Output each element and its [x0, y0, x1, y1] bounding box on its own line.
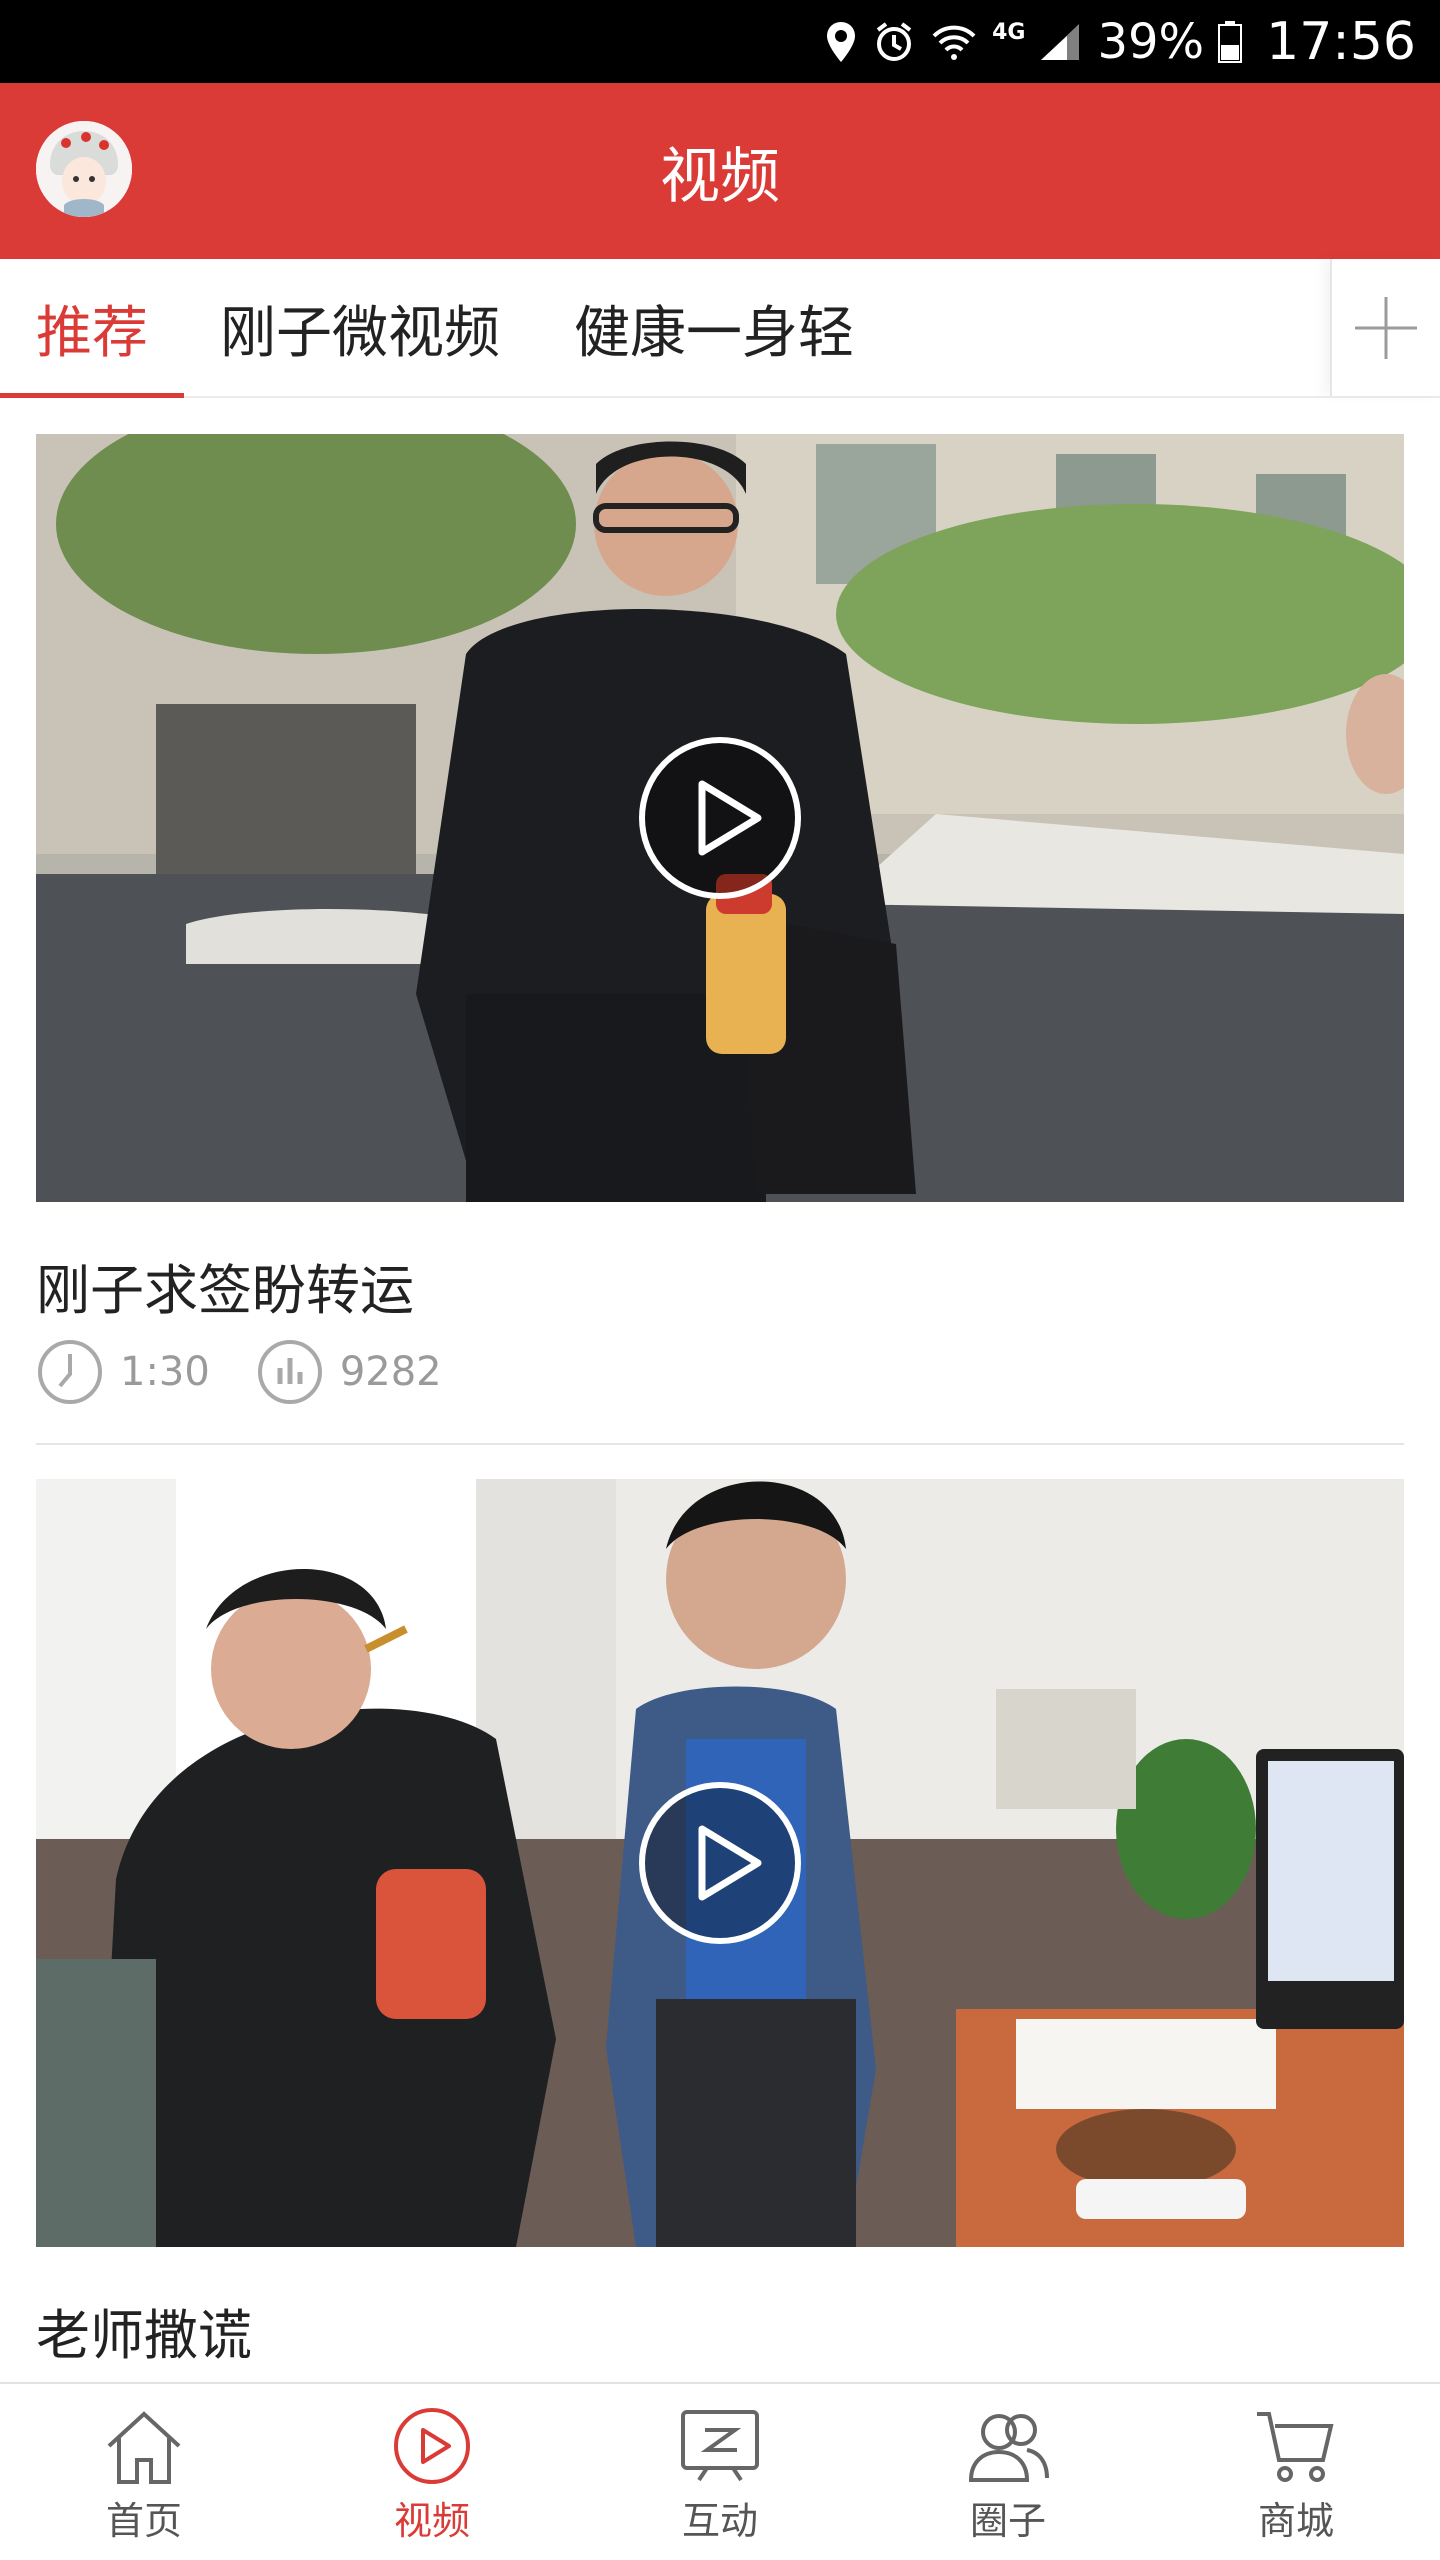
interact-icon — [681, 2410, 759, 2482]
video-thumbnail[interactable] — [36, 434, 1404, 1202]
network-type: 4G — [992, 20, 1026, 45]
battery-icon — [1218, 20, 1243, 63]
bottom-navigation: 首页 视频 互动 圈子 商城 — [0, 2382, 1440, 2560]
category-tabs: 推荐 刚子微视频 健康一身轻 — [0, 259, 1440, 398]
wifi-icon — [930, 22, 978, 62]
tab-gangzi-micro-video[interactable]: 刚子微视频 — [220, 259, 500, 398]
divider — [36, 1443, 1404, 1445]
nav-interact-label: 互动 — [681, 2499, 758, 2543]
play-icon[interactable] — [638, 736, 802, 900]
nav-circle[interactable]: 圈子 — [864, 2384, 1152, 2560]
signal-icon — [1039, 22, 1083, 62]
active-tab-indicator — [0, 393, 184, 398]
cart-icon — [1257, 2412, 1334, 2482]
video-title[interactable]: 老师撒谎 — [36, 2291, 252, 2370]
nav-interact[interactable]: 互动 — [576, 2384, 864, 2560]
nav-shop-label: 商城 — [1257, 2499, 1334, 2543]
clock: 17:56 — [1266, 11, 1416, 72]
video-duration: 1:30 — [120, 1349, 210, 1395]
nav-home-label: 首页 — [105, 2499, 182, 2543]
battery-percent: 39% — [1097, 13, 1205, 70]
views-icon — [257, 1340, 322, 1404]
plus-icon — [1355, 296, 1417, 359]
play-icon[interactable] — [638, 1781, 802, 1945]
tab-recommend[interactable]: 推荐 — [36, 259, 148, 398]
circle-users-icon — [968, 2414, 1049, 2482]
home-icon — [107, 2411, 181, 2484]
video-title[interactable]: 刚子求签盼转运 — [36, 1246, 414, 1325]
status-bar: 4G 39% 17:56 — [0, 0, 1440, 83]
video-thumbnail[interactable] — [36, 1479, 1404, 2247]
clock-icon — [38, 1340, 102, 1404]
page-title: 视频 — [660, 141, 780, 212]
nav-video-label: 视频 — [393, 2499, 470, 2543]
nav-home[interactable]: 首页 — [0, 2384, 288, 2560]
nav-shop[interactable]: 商城 — [1152, 2384, 1440, 2560]
video-meta: 1:30 9282 — [36, 1338, 472, 1406]
app-header: 视频 — [0, 83, 1440, 259]
video-play-icon — [394, 2408, 470, 2484]
tab-health[interactable]: 健康一身轻 — [574, 259, 854, 398]
nav-circle-label: 圈子 — [969, 2499, 1046, 2543]
video-views: 9282 — [339, 1349, 442, 1395]
add-channel-button[interactable] — [1330, 259, 1440, 396]
location-icon — [824, 20, 858, 64]
alarm-icon — [872, 20, 916, 64]
nav-video[interactable]: 视频 — [288, 2384, 576, 2560]
